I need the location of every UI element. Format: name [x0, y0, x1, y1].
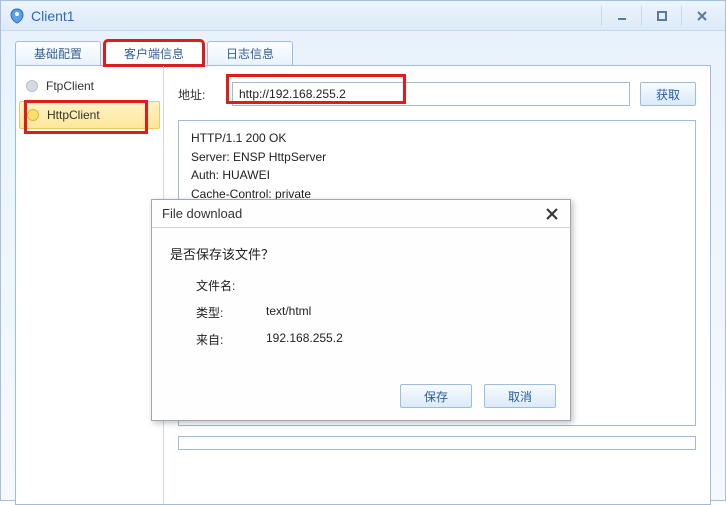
dialog-row-type: 类型:text/html [170, 304, 552, 321]
aux-box [178, 436, 696, 450]
sidebar: FtpClient HttpClient [16, 66, 164, 504]
dialog-row-from: 来自:192.168.255.2 [170, 331, 552, 348]
dialog-footer: 保存 取消 [152, 376, 570, 420]
tab-label: 客户端信息 [124, 45, 184, 62]
address-label: 地址: [178, 86, 222, 103]
dialog-prompt: 是否保存该文件？ [170, 244, 552, 263]
button-label: 保存 [424, 388, 448, 405]
app-window: Client1 基础配置 客户端信息 日志信息 FtpClient HttpCl… [0, 0, 726, 501]
row-value: text/html [266, 304, 311, 321]
title-bar: Client1 [1, 1, 725, 31]
tab-label: 日志信息 [226, 45, 274, 62]
button-label: 取消 [508, 388, 532, 405]
row-value: 192.168.255.2 [266, 331, 343, 348]
sidebar-item-label: HttpClient [47, 108, 100, 122]
status-dot-icon [26, 80, 38, 92]
window-title: Client1 [31, 8, 75, 24]
dialog-title-bar: File download [152, 200, 570, 228]
address-row: 地址: http://192.168.255.2 获取 [178, 82, 696, 106]
tab-strip: 基础配置 客户端信息 日志信息 [1, 31, 725, 65]
tab-client-info[interactable]: 客户端信息 [105, 41, 203, 65]
close-button[interactable] [681, 6, 721, 26]
sidebar-item-label: FtpClient [46, 79, 94, 93]
file-download-dialog: File download 是否保存该文件？ 文件名: 类型:text/html… [151, 199, 571, 421]
dialog-close-button[interactable] [542, 204, 562, 224]
row-key: 类型: [196, 304, 266, 321]
fetch-button[interactable]: 获取 [640, 82, 696, 106]
status-dot-icon [27, 109, 39, 121]
minimize-button[interactable] [601, 6, 641, 26]
tab-log-info[interactable]: 日志信息 [207, 41, 293, 65]
sidebar-item-httpclient[interactable]: HttpClient [19, 101, 160, 129]
dialog-row-filename: 文件名: [170, 277, 552, 294]
fetch-button-label: 获取 [656, 86, 680, 103]
sidebar-item-ftpclient[interactable]: FtpClient [16, 72, 163, 100]
cancel-button[interactable]: 取消 [484, 384, 556, 408]
address-value: http://192.168.255.2 [239, 87, 346, 101]
row-key: 来自: [196, 331, 266, 348]
dialog-title: File download [162, 206, 242, 221]
dialog-body: 是否保存该文件？ 文件名: 类型:text/html 来自:192.168.25… [152, 228, 570, 376]
row-key: 文件名: [196, 277, 266, 294]
maximize-button[interactable] [641, 6, 681, 26]
save-button[interactable]: 保存 [400, 384, 472, 408]
tab-label: 基础配置 [34, 45, 82, 62]
address-input[interactable]: http://192.168.255.2 [232, 82, 630, 106]
app-icon [9, 8, 25, 24]
tab-basic-config[interactable]: 基础配置 [15, 41, 101, 65]
